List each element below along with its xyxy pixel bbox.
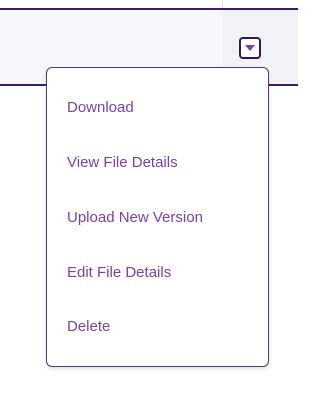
menu-item-download[interactable]: Download — [67, 97, 134, 119]
row-actions-menu-button[interactable] — [239, 37, 261, 59]
menu-item-upload-new-version[interactable]: Upload New Version — [67, 207, 203, 229]
menu-item-delete[interactable]: Delete — [67, 316, 110, 338]
file-row-area: Download View File Details Upload New Ve… — [0, 0, 298, 403]
caret-down-icon — [245, 45, 255, 51]
menu-item-edit-file-details[interactable]: Edit File Details — [67, 262, 171, 284]
row-actions-dropdown: Download View File Details Upload New Ve… — [46, 67, 269, 367]
menu-item-view-file-details[interactable]: View File Details — [67, 152, 178, 174]
